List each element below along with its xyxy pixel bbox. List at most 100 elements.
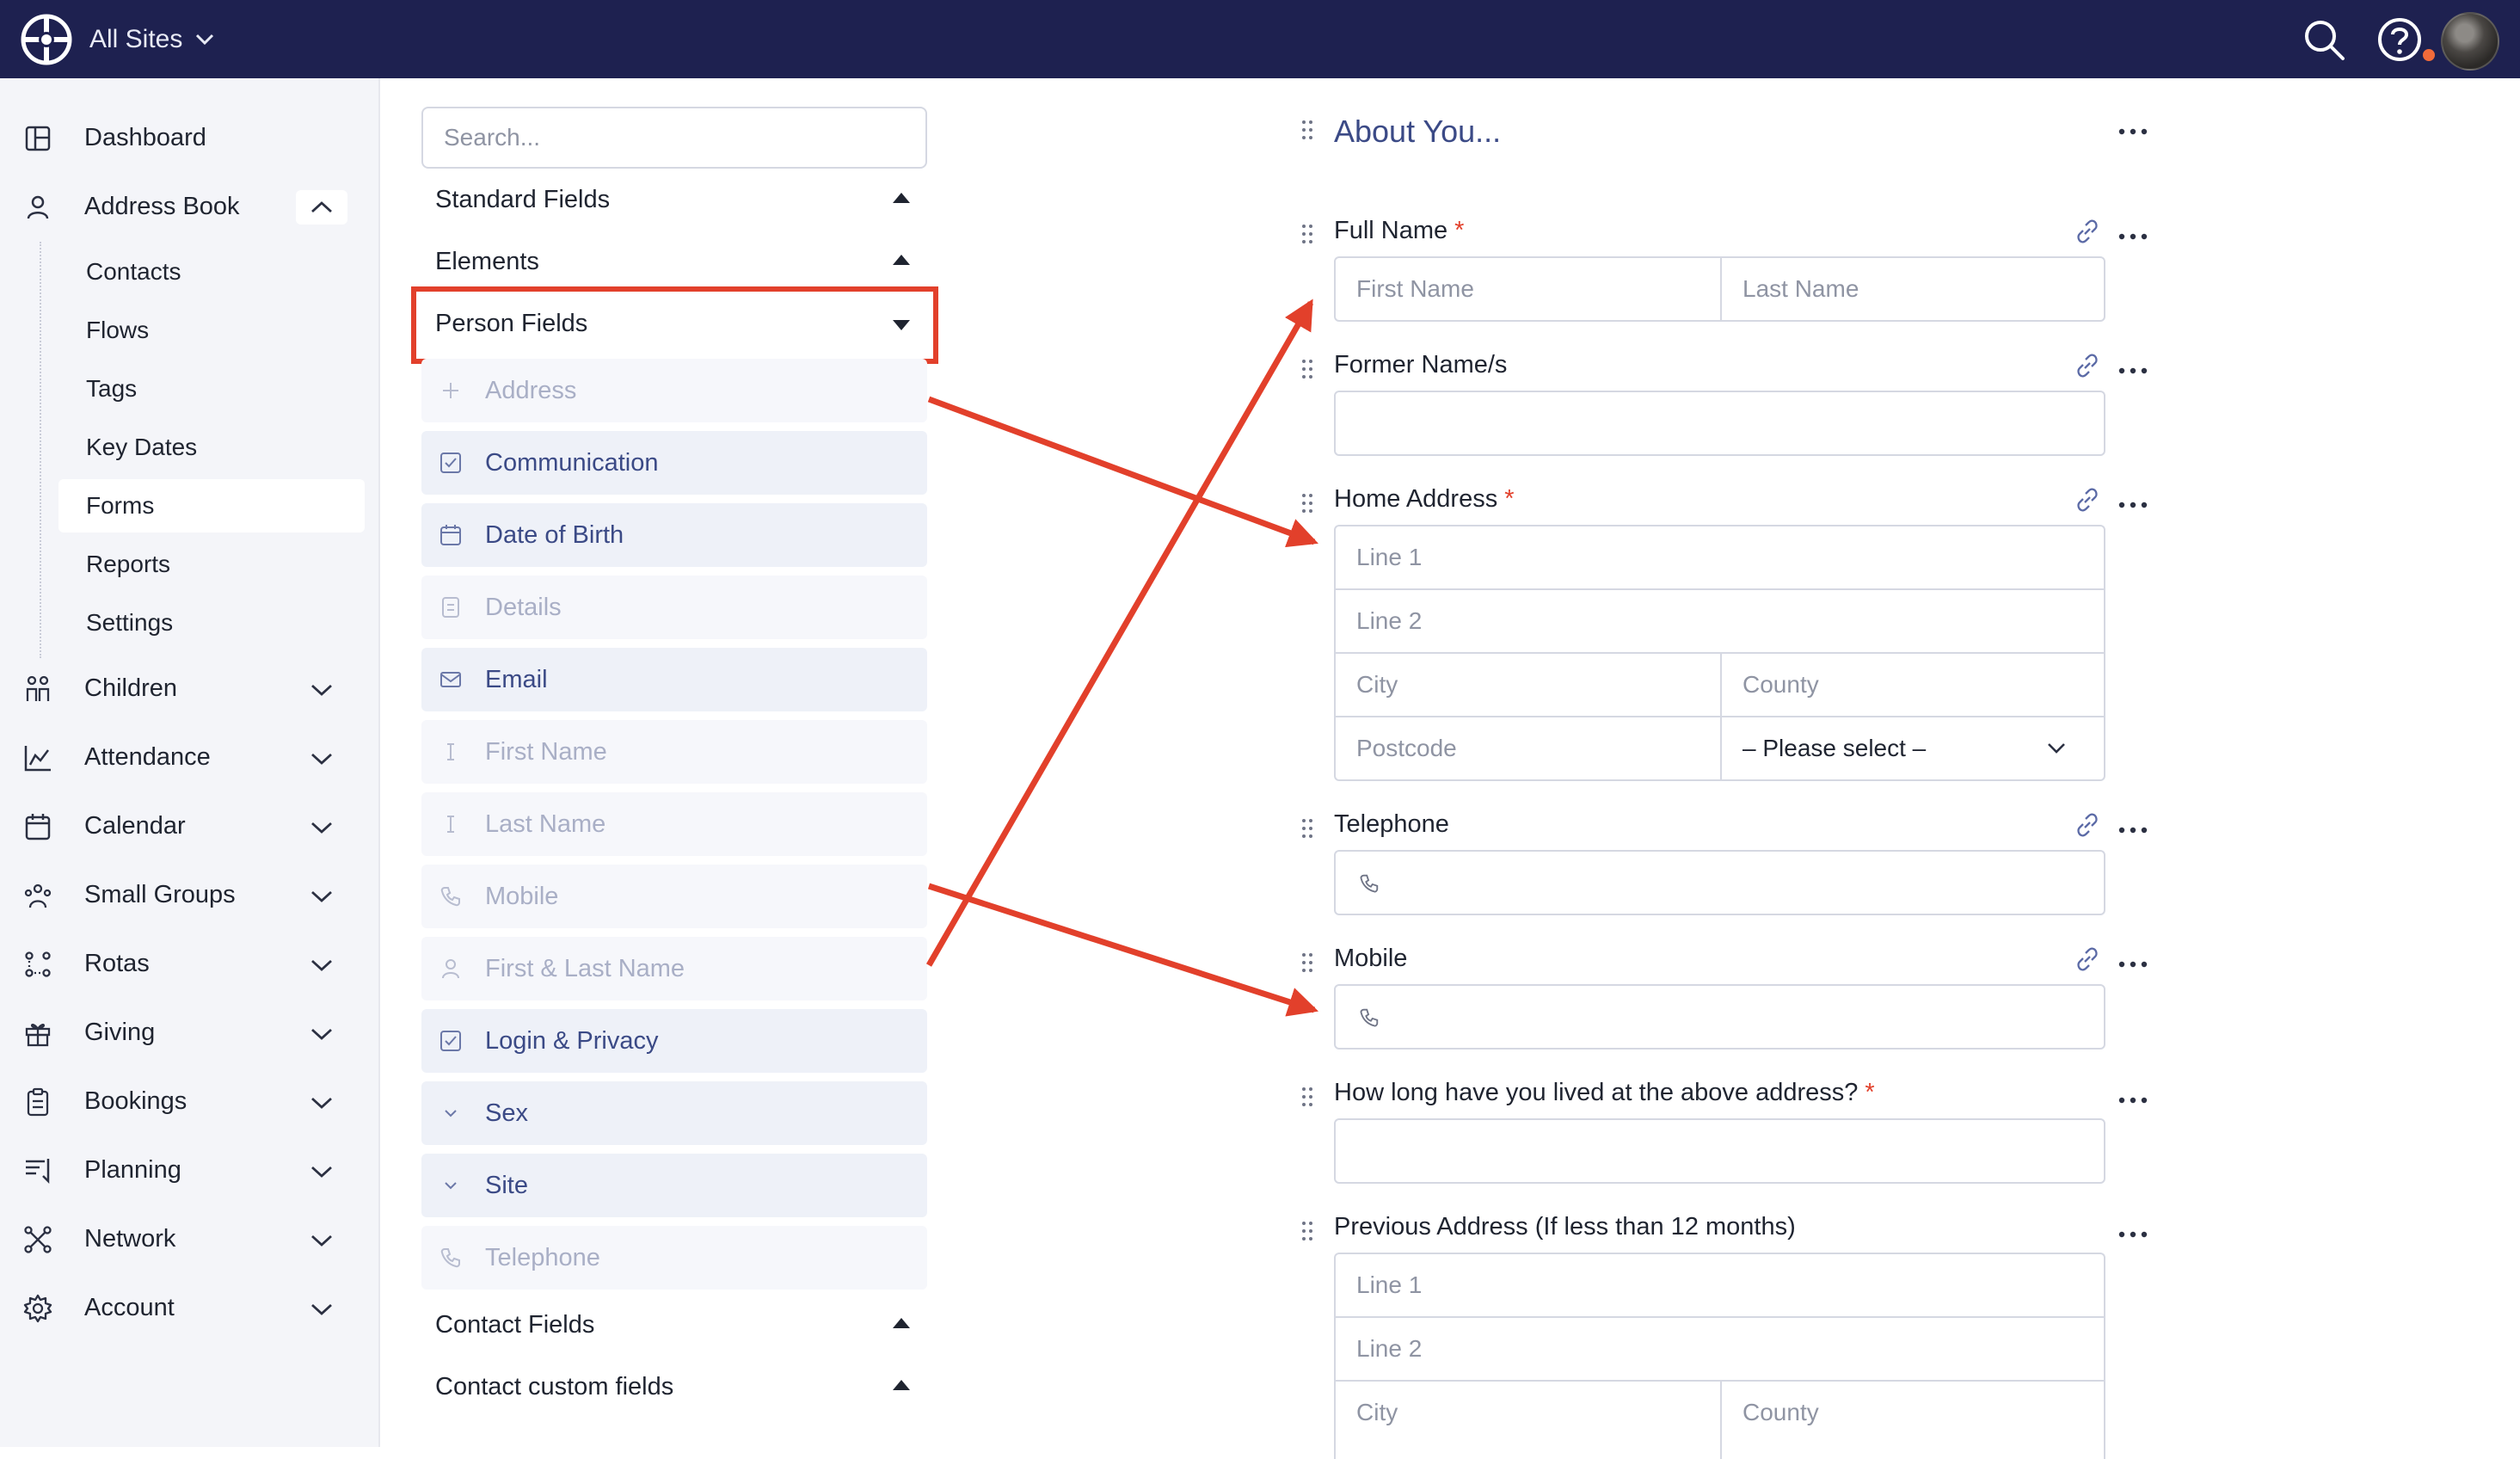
how-long-field[interactable]: [1334, 1118, 2105, 1184]
prev-address-line1-input[interactable]: [1336, 1254, 2104, 1316]
chevron-down-icon[interactable]: [308, 747, 335, 771]
mobile-field[interactable]: [1334, 984, 2105, 1050]
chevron-down-icon[interactable]: [308, 1091, 335, 1115]
prev-county-field[interactable]: [1722, 1382, 2104, 1444]
drag-handle-icon[interactable]: [1300, 119, 1314, 141]
sidebar-item-account[interactable]: Account: [0, 1281, 378, 1334]
link-icon[interactable]: [2073, 810, 2102, 840]
drag-handle-icon[interactable]: [1300, 1086, 1314, 1108]
field-item-sex[interactable]: Sex: [421, 1081, 927, 1145]
sidebar-subitem-flows[interactable]: Flows: [58, 304, 365, 357]
chevron-down-icon[interactable]: [308, 1022, 335, 1046]
sidebar-item-calendar[interactable]: Calendar: [0, 799, 378, 853]
sidebar-subitem-key-dates[interactable]: Key Dates: [58, 421, 365, 474]
sidebar-item-rotas[interactable]: Rotas: [0, 937, 378, 990]
more-options-icon[interactable]: [2117, 232, 2148, 241]
field-item-login-privacy[interactable]: Login & Privacy: [421, 1009, 927, 1073]
user-avatar[interactable]: [2441, 12, 2499, 71]
former-name-field[interactable]: [1334, 391, 2105, 456]
sidebar-item-network[interactable]: Network: [0, 1212, 378, 1265]
last-name-input[interactable]: [1722, 258, 2104, 320]
chevron-down-icon[interactable]: [308, 1228, 335, 1253]
more-options-icon[interactable]: [2117, 1230, 2148, 1239]
sidebar-subitem-tags[interactable]: Tags: [58, 362, 365, 416]
first-name-field[interactable]: [1336, 258, 1721, 320]
field-item-email[interactable]: Email: [421, 648, 927, 711]
chevron-down-icon[interactable]: [308, 1160, 335, 1184]
address-line1-input[interactable]: [1336, 526, 2104, 588]
link-icon[interactable]: [2073, 351, 2102, 380]
how-long-input[interactable]: [1336, 1120, 2104, 1182]
prev-city-input[interactable]: [1336, 1382, 1721, 1444]
city-field[interactable]: [1336, 654, 1721, 716]
first-name-input[interactable]: [1336, 258, 1721, 320]
link-icon[interactable]: [2073, 217, 2102, 246]
field-item-site[interactable]: Site: [421, 1154, 927, 1217]
city-input[interactable]: [1336, 654, 1721, 716]
search-icon[interactable]: [2298, 14, 2350, 65]
chevron-down-icon[interactable]: [308, 953, 335, 977]
section-elements[interactable]: Elements: [421, 236, 927, 287]
mobile-input[interactable]: [1336, 986, 2104, 1048]
sidebar-item-bookings[interactable]: Bookings: [0, 1074, 378, 1128]
postcode-field[interactable]: [1336, 717, 1721, 779]
drag-handle-icon[interactable]: [1300, 817, 1314, 840]
sidebar-subitem-forms[interactable]: Forms: [58, 479, 365, 533]
chevron-down-icon[interactable]: [308, 678, 335, 702]
link-icon[interactable]: [2073, 945, 2102, 974]
prev-address-line1-field[interactable]: [1336, 1254, 2104, 1316]
prev-city-field[interactable]: [1336, 1382, 1721, 1444]
sidebar-item-giving[interactable]: Giving: [0, 1006, 378, 1059]
county-field[interactable]: [1722, 654, 2104, 716]
drag-handle-icon[interactable]: [1300, 492, 1314, 514]
prev-address-line2-field[interactable]: [1336, 1318, 2104, 1380]
sidebar-subitem-settings[interactable]: Settings: [58, 596, 365, 649]
form-section-title[interactable]: About You...: [1334, 114, 1501, 150]
prev-address-line2-input[interactable]: [1336, 1318, 2104, 1380]
sidebar-item-planning[interactable]: Planning: [0, 1143, 378, 1197]
address-line1-field[interactable]: [1336, 526, 2104, 588]
site-switcher[interactable]: All Sites: [89, 21, 215, 58]
field-search[interactable]: [421, 107, 927, 169]
chevron-down-icon[interactable]: [308, 884, 335, 908]
help-icon[interactable]: [2374, 14, 2425, 65]
drag-handle-icon[interactable]: [1300, 223, 1314, 245]
drag-handle-icon[interactable]: [1300, 1220, 1314, 1242]
link-icon[interactable]: [2073, 485, 2102, 514]
country-select[interactable]: – Please select –: [1722, 717, 2104, 779]
last-name-field[interactable]: [1722, 258, 2104, 320]
telephone-field[interactable]: [1334, 850, 2105, 915]
sidebar-subitem-reports[interactable]: Reports: [58, 538, 365, 591]
more-options-icon[interactable]: [2117, 366, 2148, 375]
sidebar-item-small-groups[interactable]: Small Groups: [0, 868, 378, 921]
more-options-icon[interactable]: [2117, 960, 2148, 969]
sidebar-item-dashboard[interactable]: Dashboard: [0, 111, 378, 164]
prev-county-input[interactable]: [1722, 1382, 2104, 1444]
globe-logo-icon[interactable]: [21, 14, 72, 65]
section-standard-fields[interactable]: Standard Fields: [421, 174, 927, 225]
chevron-down-icon[interactable]: [308, 1297, 335, 1321]
address-line2-field[interactable]: [1336, 590, 2104, 652]
more-options-icon[interactable]: [2117, 127, 2148, 136]
sidebar-item-children[interactable]: Children: [0, 662, 378, 715]
drag-handle-icon[interactable]: [1300, 951, 1314, 974]
sidebar-subitem-contacts[interactable]: Contacts: [58, 245, 365, 299]
sidebar-item-attendance[interactable]: Attendance: [0, 730, 378, 784]
collapse-button[interactable]: [296, 190, 347, 225]
telephone-input[interactable]: [1336, 852, 2104, 914]
postcode-input[interactable]: [1336, 717, 1721, 779]
county-input[interactable]: [1722, 654, 2104, 716]
more-options-icon[interactable]: [2117, 1096, 2148, 1105]
address-line2-input[interactable]: [1336, 590, 2104, 652]
chevron-down-icon[interactable]: [308, 816, 335, 840]
field-search-input[interactable]: [423, 108, 925, 167]
section-contact-custom-fields[interactable]: Contact custom fields: [421, 1361, 927, 1413]
more-options-icon[interactable]: [2117, 501, 2148, 509]
section-contact-fields[interactable]: Contact Fields: [421, 1299, 927, 1351]
field-item-communication[interactable]: Communication: [421, 431, 927, 495]
more-options-icon[interactable]: [2117, 826, 2148, 834]
drag-handle-icon[interactable]: [1300, 358, 1314, 380]
field-item-date-of-birth[interactable]: Date of Birth: [421, 503, 927, 567]
former-name-input[interactable]: [1336, 392, 2104, 454]
sidebar-item-address-book[interactable]: Address Book: [0, 180, 378, 233]
